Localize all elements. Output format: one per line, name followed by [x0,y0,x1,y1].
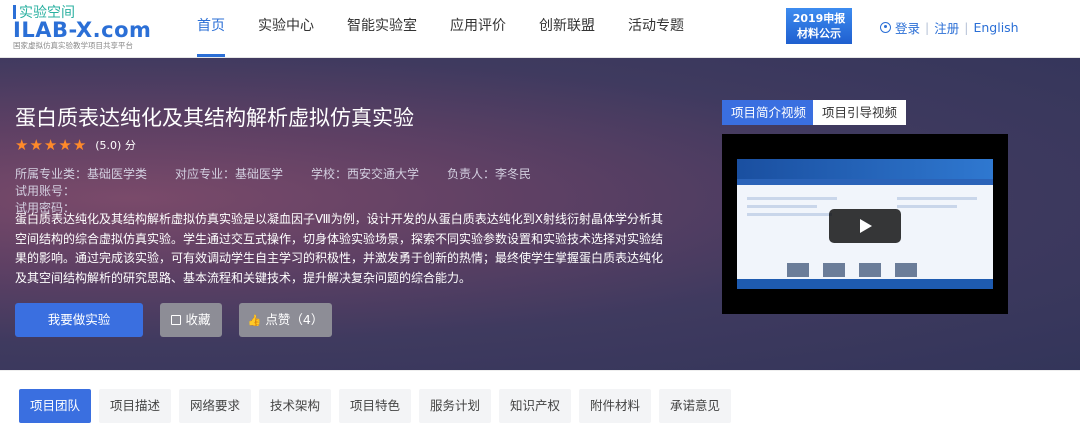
tab-network-requirements[interactable]: 网络要求 [179,389,251,423]
nav-item-evaluation[interactable]: 应用评价 [437,0,519,57]
play-button[interactable] [829,209,901,243]
meta-owner: 负责人：李冬民 [447,167,532,181]
play-icon [860,219,872,233]
tab-intro-video[interactable]: 项目简介视频 [722,100,816,125]
star-icon: ★ [58,136,72,154]
video-player[interactable] [722,134,1008,314]
site-logo[interactable]: 实验空间 ILAB-X.com 国家虚拟仿真实验教学项目共享平台 [13,4,173,54]
divider: | [964,20,969,35]
tab-project-features[interactable]: 项目特色 [339,389,411,423]
nav-item-events[interactable]: 活动专题 [615,0,697,57]
nav-item-experiment-center[interactable]: 实验中心 [245,0,327,57]
meta-school: 学校：西安交通大学 [311,167,420,181]
main-nav: 首页 实验中心 智能实验室 应用评价 创新联盟 活动专题 [184,0,704,57]
favorite-label: 收藏 [185,312,211,327]
meta-major: 对应专业：基础医学 [175,167,284,181]
tab-project-team[interactable]: 项目团队 [19,389,91,423]
promo-badge-line2: 材料公示 [797,27,841,40]
rating-text: (5.0) 分 [95,139,136,152]
video-frame-line [747,197,837,200]
like-button[interactable]: 👍 点赞（4） [239,303,332,337]
promo-badge[interactable]: 2019申报 材料公示 [786,8,852,44]
meta-trial-account: 试用账号： [15,184,76,198]
divider: | [925,20,930,35]
video-frame-thumbnail [859,263,881,277]
logo-subtitle: 国家虚拟仿真实验教学项目共享平台 [13,41,133,50]
detail-tabs: 项目团队 项目描述 网络要求 技术架构 项目特色 服务计划 知识产权 附件材料 … [0,370,1080,438]
start-experiment-button[interactable]: 我要做实验 [15,303,143,337]
star-icon: ★ [15,136,29,154]
video-frame-thumbnail [895,263,917,277]
nav-item-home[interactable]: 首页 [184,0,238,57]
video-frame-thumbnail [823,263,845,277]
top-navigation-bar: 实验空间 ILAB-X.com 国家虚拟仿真实验教学项目共享平台 首页 实验中心… [0,0,1080,58]
tab-project-description[interactable]: 项目描述 [99,389,171,423]
tab-service-plan[interactable]: 服务计划 [419,389,491,423]
tab-intellectual-property[interactable]: 知识产权 [499,389,571,423]
tab-guide-video[interactable]: 项目引导视频 [813,100,907,125]
star-icon: ★ [72,136,87,154]
video-frame-line [897,205,957,208]
video-frame-thumbnail [787,263,809,277]
auth-links: 登录 | 注册 | English [880,18,1019,37]
tab-commitment[interactable]: 承诺意见 [659,389,731,423]
tab-attachments[interactable]: 附件材料 [579,389,651,423]
star-icon: ★ [29,136,43,154]
favorite-button[interactable]: 收藏 [160,303,222,337]
promo-badge-line1: 2019申报 [792,12,846,25]
tab-tech-architecture[interactable]: 技术架构 [259,389,331,423]
logo-main-text: ILAB-X.com [13,18,152,42]
language-link[interactable]: English [973,20,1018,35]
star-icon: ★ [43,136,58,154]
nav-item-alliance[interactable]: 创新联盟 [526,0,608,57]
rating: ★ ★ ★ ★ ★ (5.0) 分 [15,137,136,153]
meta-major-category: 所属专业类：基础医学类 [15,167,148,181]
like-label: 点赞（4） [265,312,324,327]
video-frame-line [897,197,977,200]
user-icon [880,22,891,33]
video-frame-line [747,205,817,208]
video-frame-header [737,159,993,179]
project-title: 蛋白质表达纯化及其结构解析虚拟仿真实验 [15,106,414,130]
nav-item-smart-lab[interactable]: 智能实验室 [334,0,430,57]
thumbs-up-icon: 👍 [247,314,262,327]
video-frame-line [747,213,832,216]
video-frame-navbar [737,179,993,185]
project-description: 蛋白质表达纯化及其结构解析虚拟仿真实验是以凝血因子Ⅷ为例，设计开发的从蛋白质表达… [15,212,664,285]
login-link[interactable]: 登录 [895,18,920,37]
register-link[interactable]: 注册 [934,18,959,37]
bookmark-icon [171,315,182,325]
video-frame-footer [737,279,993,289]
